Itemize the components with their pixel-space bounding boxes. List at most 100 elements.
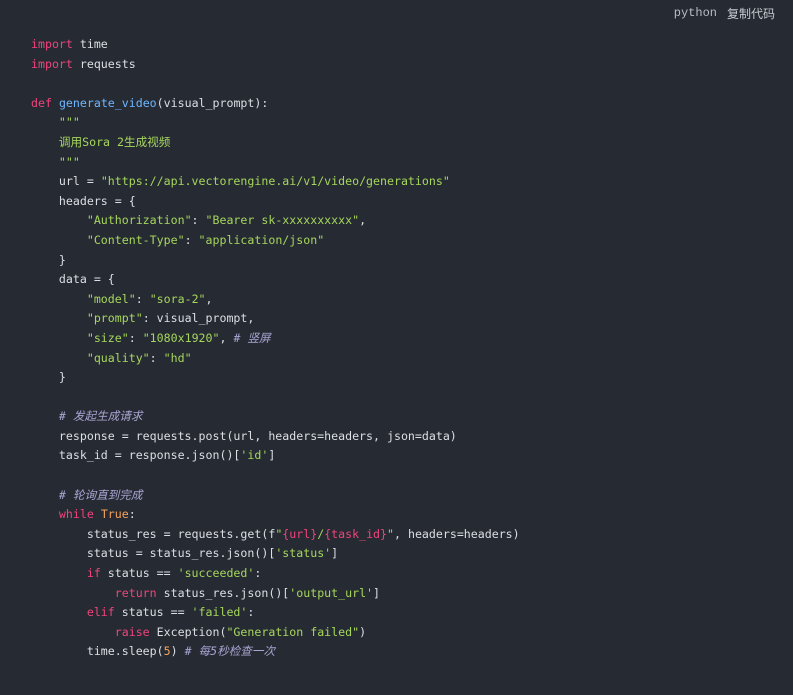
code-token: # 发起生成请求 <box>58 409 143 424</box>
code-token: "https://api.vectorengine.ai/v1/video/ge… <box>100 174 450 189</box>
code-token: 'succeeded' <box>177 566 255 581</box>
code-token: requests <box>72 56 136 71</box>
code-line: headers = { <box>31 192 520 212</box>
code-token: status == <box>100 566 178 581</box>
code-line: "Content-Type": "application/json" <box>31 231 520 251</box>
code-token: response = requests.post(url, headers=he… <box>31 428 457 443</box>
code-line: def generate_video(visual_prompt): <box>31 94 520 114</box>
code-token: } <box>31 370 66 385</box>
code-token: import <box>31 56 73 71</box>
code-line: while True: <box>31 505 520 525</box>
code-line: data = { <box>31 270 520 290</box>
code-token: # 竖屏 <box>233 330 271 345</box>
code-token: 'output_url' <box>289 585 374 600</box>
language-label: python <box>673 6 717 20</box>
code-line: "size": "1080x1920", # 竖屏 <box>31 329 520 349</box>
code-token: , <box>219 330 234 345</box>
code-token: "sora-2" <box>149 291 206 306</box>
code-token: : <box>191 213 206 228</box>
code-token: 'status' <box>275 546 332 561</box>
code-line: import requests <box>31 55 520 75</box>
code-token: time.sleep( <box>31 644 164 659</box>
code-token: {url} <box>282 526 318 541</box>
code-line: "quality": "hd" <box>31 349 520 369</box>
code-line: if status == 'succeeded': <box>31 564 520 584</box>
code-token: status_res.json()[ <box>156 585 290 600</box>
code-token: ) <box>359 624 367 639</box>
code-token: elif <box>86 605 115 620</box>
code-line: "model": "sora-2", <box>31 290 520 310</box>
code-token: : <box>135 291 150 306</box>
code-token: , <box>359 213 367 228</box>
code-token: : <box>247 605 255 620</box>
code-token: time <box>72 37 108 51</box>
code-token: "prompt" <box>86 311 143 326</box>
code-token: "application/json" <box>198 232 325 247</box>
code-token: ) <box>170 644 185 659</box>
code-token: "Content-Type" <box>86 232 185 247</box>
code-token: 'failed' <box>191 605 248 620</box>
code-token: import <box>31 37 73 51</box>
code-token: task_id = response.json()[ <box>31 448 241 463</box>
code-line: } <box>31 368 520 388</box>
code-token: status == <box>114 605 192 620</box>
code-line: elif status == 'failed': <box>31 603 520 623</box>
code-line: status = status_res.json()['status'] <box>31 544 520 564</box>
code-token: "Authorization" <box>86 213 192 228</box>
code-line: } <box>31 251 520 271</box>
code-token: return <box>114 585 157 600</box>
code-token: headers = { <box>31 193 136 208</box>
code-token: "hd" <box>163 350 192 365</box>
code-token: 5 <box>163 644 171 659</box>
code-line: raise Exception("Generation failed") <box>31 623 520 643</box>
code-token: "model" <box>86 291 136 306</box>
code-token: } <box>31 252 66 267</box>
code-token: ] <box>331 546 339 561</box>
code-line: import time <box>31 35 520 55</box>
code-token: : <box>184 232 199 247</box>
code-line: "Authorization": "Bearer sk-xxxxxxxxxx", <box>31 211 520 231</box>
code-line: time.sleep(5) # 每5秒检查一次 <box>31 642 520 662</box>
code-line: # 发起生成请求 <box>31 407 520 427</box>
code-token: : visual_prompt, <box>142 311 255 326</box>
code-block: python 复制代码 import time import requests d… <box>0 0 793 695</box>
code-token: # 轮询直到完成 <box>58 487 143 502</box>
code-token: Exception( <box>149 624 227 639</box>
code-token: ] <box>268 448 276 463</box>
code-token: # 每5秒检查一次 <box>184 644 276 659</box>
code-line: """ <box>31 113 520 133</box>
code-token: : <box>254 566 262 581</box>
code-token: data = { <box>31 272 115 287</box>
copy-code-button[interactable]: 复制代码 <box>727 5 775 22</box>
code-token: """ <box>58 154 80 169</box>
code-token: : <box>128 507 136 522</box>
code-token: ] <box>373 585 381 600</box>
code-token: if <box>86 566 101 581</box>
code-line: "prompt": visual_prompt, <box>31 309 520 329</box>
code-line: status_res = requests.get(f"{url}/{task_… <box>31 525 520 545</box>
code-token: , <box>205 291 213 306</box>
code-token: status_res = requests.get(f <box>31 526 276 541</box>
code-line: task_id = response.json()['id'] <box>31 446 520 466</box>
code-line: """ <box>31 153 520 173</box>
code-token: {task_id} <box>324 526 388 541</box>
code-token: : <box>128 330 143 345</box>
